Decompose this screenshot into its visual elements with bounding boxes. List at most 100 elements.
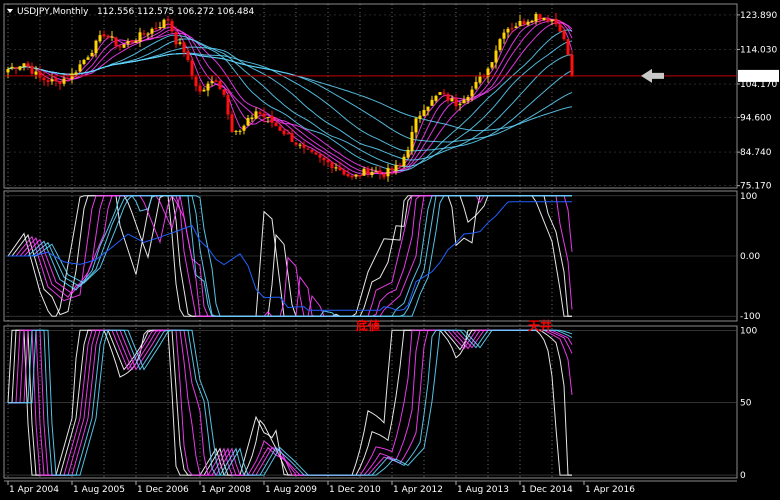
time-tick-label: 1 Apr 2012 — [393, 485, 443, 495]
candle-body — [90, 52, 94, 57]
header-high: 112.575 — [137, 7, 174, 17]
price-arrow-icon — [641, 68, 664, 83]
candle-body — [510, 28, 514, 30]
candle-body — [138, 32, 142, 42]
candle-body — [466, 96, 470, 101]
osc1-tick-label: -100 — [740, 312, 761, 322]
time-tick-label: 1 Apr 2016 — [585, 485, 635, 495]
candle-body — [170, 21, 174, 32]
candle-body — [450, 98, 454, 102]
candle-body — [310, 149, 314, 152]
chart-canvas[interactable]: 123.890114.030104.17094.60084.74075.1701… — [0, 0, 780, 500]
osc1-tick-label: 100 — [740, 192, 757, 202]
candle-body — [162, 19, 166, 28]
candle-body — [430, 99, 434, 106]
candle-body — [266, 116, 270, 118]
price-tick-label: 75.170 — [740, 182, 772, 192]
candle-body — [286, 133, 290, 135]
candle-body — [222, 89, 226, 95]
candle-body — [422, 110, 426, 116]
candle-body — [278, 126, 282, 131]
candle-body — [126, 41, 130, 44]
candle-body — [470, 89, 474, 97]
candle-body — [118, 46, 122, 48]
candle-body — [306, 148, 310, 150]
candle-body — [522, 21, 526, 24]
candle-body — [186, 51, 190, 61]
candle-body — [10, 66, 14, 69]
candle-body — [314, 152, 318, 155]
candle-body — [194, 76, 198, 87]
candle-body — [18, 66, 22, 70]
candle-body — [142, 33, 146, 35]
candle-body — [442, 92, 446, 94]
candle-body — [230, 114, 234, 132]
candle-body — [542, 17, 546, 20]
candle-body — [30, 65, 34, 74]
candle-body — [514, 26, 518, 28]
candle-body — [86, 57, 90, 60]
candle-body — [134, 40, 138, 43]
osc2-tick-label: 50 — [740, 399, 752, 409]
current-price-label: 106.484 — [740, 72, 777, 82]
candle-body — [426, 106, 430, 111]
candle-body — [478, 76, 482, 83]
candle-body — [374, 171, 378, 173]
candle-body — [198, 85, 202, 92]
candle-body — [538, 14, 542, 20]
candle-body — [382, 174, 386, 178]
candle-body — [110, 36, 114, 38]
candle-body — [214, 80, 218, 82]
candle-body — [146, 33, 150, 35]
candle-body — [330, 162, 334, 169]
moving-average-line — [7, 22, 573, 174]
price-tick-label: 114.030 — [740, 45, 777, 55]
candle-body — [378, 170, 382, 174]
candle-body — [242, 125, 246, 131]
candle-body — [338, 167, 342, 171]
candle-body — [122, 44, 126, 48]
chart-symbol: USDJPY,Monthly — [17, 7, 89, 17]
moving-average-line — [7, 18, 573, 175]
candle-body — [158, 26, 162, 28]
time-tick-label: 1 Apr 2008 — [201, 485, 251, 495]
osc1-tick-label: 0.00 — [740, 252, 760, 262]
annotation-bottom: 底値 — [356, 318, 380, 333]
candle-body — [98, 35, 102, 42]
header-low: 106.272 — [177, 7, 214, 17]
candle-body — [54, 78, 58, 82]
moving-average-line — [7, 19, 573, 175]
candle-body — [434, 95, 438, 101]
candle-body — [566, 39, 570, 55]
candle-body — [14, 67, 18, 69]
candle-body — [502, 32, 506, 39]
candle-body — [294, 142, 298, 145]
candle-body — [474, 81, 478, 89]
time-tick-label: 1 Dec 2006 — [137, 485, 189, 495]
candle-body — [454, 98, 458, 107]
candle-body — [282, 130, 286, 135]
osc2-tick-label: 100 — [740, 326, 757, 336]
candle-body — [494, 50, 498, 63]
candle-body — [182, 42, 186, 53]
candle-body — [398, 164, 402, 166]
candle-body — [166, 19, 170, 21]
candle-body — [218, 80, 222, 89]
candle-body — [458, 103, 462, 106]
price-tick-label: 94.600 — [740, 114, 772, 124]
candle-body — [234, 131, 238, 133]
candle-body — [22, 63, 26, 67]
candle-body — [346, 173, 350, 177]
candle-body — [418, 115, 422, 119]
time-tick-label: 1 Dec 2010 — [329, 485, 381, 495]
candle-body — [298, 144, 302, 146]
candle-body — [562, 30, 566, 40]
header-open: 112.556 — [97, 7, 134, 17]
candle-body — [190, 60, 194, 77]
candle-body — [78, 64, 82, 72]
time-tick-label: 1 Aug 2013 — [457, 485, 509, 495]
candle-body — [62, 78, 66, 84]
candle-body — [46, 80, 50, 83]
candle-body — [102, 34, 106, 37]
panel-frame-3 — [3, 325, 738, 479]
